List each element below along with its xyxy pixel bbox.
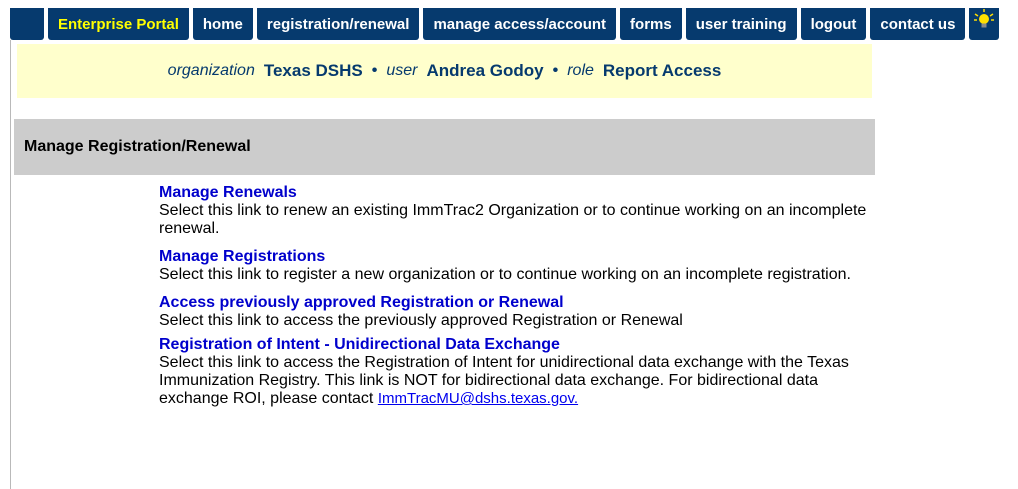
nav-home[interactable]: home <box>192 8 253 40</box>
top-nav: Enterprise Portal home registration/rene… <box>10 8 1000 40</box>
nav-contact-us[interactable]: contact us <box>870 8 966 40</box>
link-description: Select this link to renew an existing Im… <box>159 202 867 237</box>
organization-label: organization <box>167 62 255 79</box>
nav-manage-access-account[interactable]: manage access/account <box>423 8 617 40</box>
separator-dot: • <box>552 62 559 79</box>
nav-forms[interactable]: forms <box>620 8 682 40</box>
list-item: Manage Registrations Select this link to… <box>159 248 879 284</box>
link-list: Manage Renewals Select this link to rene… <box>159 184 879 418</box>
link-description: Select this link to access the Registrat… <box>159 354 879 408</box>
list-item: Access previously approved Registration … <box>159 294 879 330</box>
role-label: role <box>567 62 594 79</box>
access-approved-registration-link[interactable]: Access previously approved Registration … <box>159 294 879 312</box>
user-label: user <box>386 62 418 79</box>
separator-dot: • <box>371 62 378 79</box>
manage-renewals-link[interactable]: Manage Renewals <box>159 184 879 202</box>
section-title: Manage Registration/Renewal <box>14 119 875 175</box>
link-description: Select this link to access the previousl… <box>159 312 683 329</box>
registration-of-intent-link[interactable]: Registration of Intent - Unidirectional … <box>159 336 879 354</box>
context-bar: organization Texas DSHS • user Andrea Go… <box>17 44 872 98</box>
link-description: Select this link to register a new organ… <box>159 266 851 283</box>
lightbulb-icon <box>974 9 995 28</box>
manage-registrations-link[interactable]: Manage Registrations <box>159 248 879 266</box>
list-item: Manage Renewals Select this link to rene… <box>159 184 879 238</box>
user-value: Andrea Godoy <box>426 61 544 80</box>
nav-registration-renewal[interactable]: registration/renewal <box>256 8 420 40</box>
left-border-rule <box>10 40 11 489</box>
nav-user-training[interactable]: user training <box>685 8 797 40</box>
nav-enterprise-portal[interactable]: Enterprise Portal <box>48 8 189 40</box>
contact-email-link[interactable]: ImmTracMU@dshs.texas.gov. <box>378 390 578 407</box>
nav-blank-tab <box>10 8 44 40</box>
nav-tip-button[interactable] <box>969 8 1000 40</box>
organization-value: Texas DSHS <box>263 61 363 80</box>
page: Enterprise Portal home registration/rene… <box>0 0 1018 489</box>
nav-logout[interactable]: logout <box>800 8 867 40</box>
list-item: Registration of Intent - Unidirectional … <box>159 336 879 408</box>
role-value: Report Access <box>602 61 722 80</box>
